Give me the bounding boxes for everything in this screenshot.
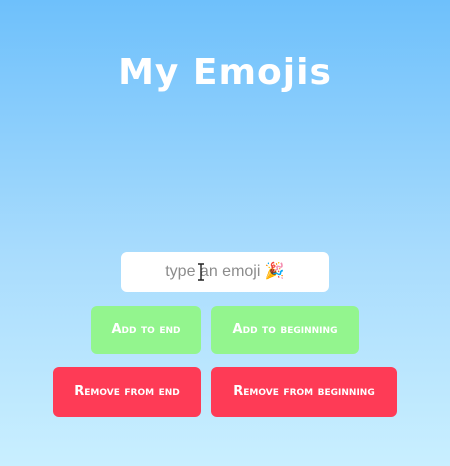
remove-from-beginning-button[interactable]: Remove from beginning xyxy=(211,367,397,417)
page-title: My Emojis xyxy=(118,52,332,93)
add-to-beginning-button[interactable]: Add to beginning xyxy=(211,306,359,354)
emoji-input[interactable] xyxy=(121,252,329,292)
add-to-end-button[interactable]: Add to end xyxy=(91,306,201,354)
emoji-input-container[interactable] xyxy=(121,252,329,292)
remove-from-end-button[interactable]: Remove from end xyxy=(53,367,201,417)
text-cursor-icon xyxy=(198,263,204,281)
emoji-list xyxy=(0,110,450,240)
